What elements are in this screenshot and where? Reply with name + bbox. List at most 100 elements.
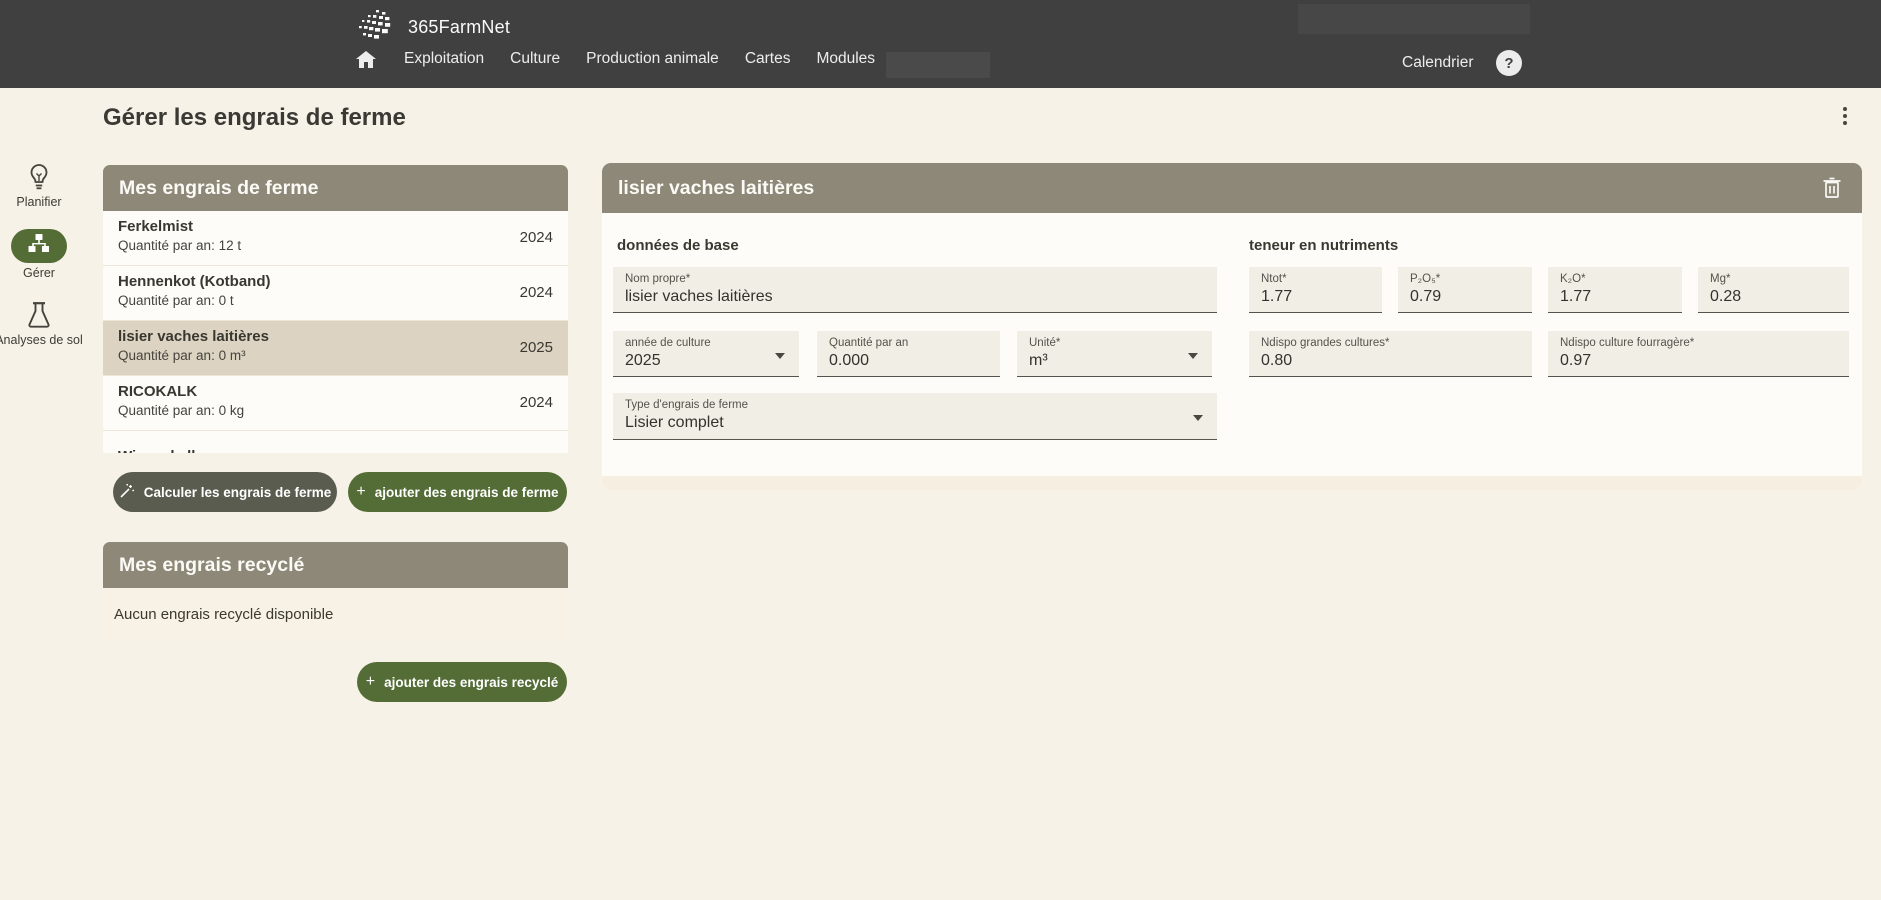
- button-label: ajouter des engrais recyclé: [384, 675, 558, 690]
- field-value: 0.000: [829, 352, 988, 370]
- add-farm-fertilizer-button[interactable]: + ajouter des engrais de ferme: [348, 472, 567, 512]
- field-value: 0.28: [1710, 288, 1837, 306]
- field-label: Unité*: [1029, 337, 1200, 349]
- field-label: Ndispo culture fourragère*: [1560, 337, 1837, 349]
- app-logo[interactable]: 365FarmNet: [356, 10, 510, 45]
- ndispo-culture-fourragere-field[interactable]: Ndispo culture fourragère* 0.97: [1548, 331, 1849, 377]
- field-value: lisier vaches laitières: [625, 288, 1205, 306]
- field-label: Type d'engrais de ferme: [625, 399, 1205, 411]
- sidebar-item-analyses-de-sol[interactable]: Analyses de sol: [0, 300, 78, 347]
- field-label: K₂O*: [1560, 273, 1670, 285]
- nom-propre-field[interactable]: Nom propre* lisier vaches laitières: [613, 267, 1217, 313]
- field-value: 0.97: [1560, 352, 1837, 370]
- chevron-down-icon: [1193, 415, 1203, 421]
- field-label: Ntot*: [1261, 273, 1370, 285]
- field-value: 0.79: [1410, 288, 1520, 306]
- field-value: 0.80: [1261, 352, 1520, 370]
- fertilizer-name: RICOKALK: [118, 383, 553, 400]
- fertilizer-quantity: Quantité par an: 0 kg: [118, 403, 553, 418]
- list-item-selected[interactable]: lisier vaches laitières Quantité par an:…: [103, 321, 568, 376]
- flask-icon: [26, 300, 52, 330]
- section-label-base: données de base: [617, 237, 739, 254]
- sidebar-item-label: Gérer: [23, 266, 55, 280]
- active-pill: [11, 229, 67, 263]
- home-icon[interactable]: [356, 50, 378, 68]
- sidebar-item-gerer[interactable]: Gérer: [0, 229, 78, 280]
- chevron-down-icon: [775, 353, 785, 359]
- panel-title: Mes engrais recyclé: [119, 554, 304, 577]
- quantite-par-an-field[interactable]: Quantité par an 0.000: [817, 331, 1000, 377]
- chevron-down-icon: [1188, 353, 1198, 359]
- top-header-bar: 365FarmNet Exploitation Culture Producti…: [0, 0, 1881, 88]
- recycled-empty-state: Aucun engrais recyclé disponible: [103, 588, 568, 640]
- left-rail: Planifier Gérer Analyses de sol: [0, 162, 78, 367]
- main-nav: Exploitation Culture Production animale …: [356, 50, 875, 68]
- kebab-menu-icon[interactable]: [1838, 107, 1852, 133]
- panel-title: Mes engrais de ferme: [119, 177, 318, 200]
- p2o5-field[interactable]: P₂O₅* 0.79: [1398, 267, 1532, 313]
- fertilizer-year: 2025: [520, 339, 553, 356]
- button-label: Calculer les engrais de ferme: [144, 485, 332, 500]
- detail-panel-footer: [602, 476, 1862, 490]
- detail-title: lisier vaches laitières: [618, 177, 814, 200]
- calculate-fertilizers-button[interactable]: Calculer les engrais de ferme: [113, 472, 337, 512]
- plus-icon: +: [366, 674, 375, 690]
- field-label: Ndispo grandes cultures*: [1261, 337, 1520, 349]
- list-item-clipped[interactable]: Wiesenkalk: [103, 431, 568, 453]
- recycled-panel-header: Mes engrais recyclé: [103, 542, 568, 588]
- field-label: Quantité par an: [829, 337, 988, 349]
- type-engrais-select[interactable]: Type d'engrais de ferme Lisier complet: [613, 393, 1217, 440]
- nav-item-production-animale[interactable]: Production animale: [586, 50, 719, 68]
- redacted-nav-item: [886, 52, 990, 78]
- fertilizer-quantity: Quantité par an: 12 t: [118, 238, 553, 253]
- mg-field[interactable]: Mg* 0.28: [1698, 267, 1849, 313]
- fertilizer-name: Ferkelmist: [118, 218, 553, 235]
- plus-icon: +: [356, 484, 365, 500]
- field-value: m³: [1029, 352, 1200, 370]
- field-label: Nom propre*: [625, 273, 1205, 285]
- sidebar-item-label: Planifier: [16, 195, 61, 209]
- farm-fertilizers-list: Ferkelmist Quantité par an: 12 t 2024 He…: [103, 211, 568, 453]
- nav-item-exploitation[interactable]: Exploitation: [404, 50, 484, 68]
- detail-panel-header: lisier vaches laitières: [602, 163, 1862, 213]
- help-icon[interactable]: ?: [1496, 50, 1522, 76]
- fertilizer-year: 2024: [520, 284, 553, 301]
- field-value: 1.77: [1261, 288, 1370, 306]
- unite-select[interactable]: Unité* m³: [1017, 331, 1212, 377]
- empty-message: Aucun engrais recyclé disponible: [114, 606, 333, 623]
- page-title: Gérer les engrais de ferme: [103, 104, 406, 132]
- nav-item-modules[interactable]: Modules: [816, 50, 875, 68]
- fertilizer-name: lisier vaches laitières: [118, 328, 553, 345]
- wand-icon: [119, 483, 135, 502]
- sitemap-icon: [28, 234, 50, 259]
- lightbulb-icon: [28, 162, 50, 192]
- field-label: année de culture: [625, 337, 787, 349]
- section-label-nutrients: teneur en nutriments: [1249, 237, 1398, 254]
- list-item[interactable]: Hennenkot (Kotband) Quantité par an: 0 t…: [103, 266, 568, 321]
- sidebar-item-label: Analyses de sol: [0, 333, 83, 347]
- fertilizer-name: Wiesenkalk: [118, 448, 553, 453]
- logo-wordmark: 365FarmNet: [408, 17, 510, 38]
- ndispo-grandes-cultures-field[interactable]: Ndispo grandes cultures* 0.80: [1249, 331, 1532, 377]
- farm-fertilizers-panel-header: Mes engrais de ferme: [103, 165, 568, 211]
- nav-item-calendrier[interactable]: Calendrier: [1402, 54, 1474, 72]
- nav-item-culture[interactable]: Culture: [510, 50, 560, 68]
- field-value: Lisier complet: [625, 414, 1205, 432]
- sidebar-item-planifier[interactable]: Planifier: [0, 162, 78, 209]
- list-item[interactable]: Ferkelmist Quantité par an: 12 t 2024: [103, 211, 568, 266]
- fertilizer-year: 2024: [520, 394, 553, 411]
- fertilizer-quantity: Quantité par an: 0 m³: [118, 348, 553, 363]
- button-label: ajouter des engrais de ferme: [375, 485, 559, 500]
- ntot-field[interactable]: Ntot* 1.77: [1249, 267, 1382, 313]
- trash-icon[interactable]: [1822, 177, 1842, 199]
- annee-de-culture-select[interactable]: année de culture 2025: [613, 331, 799, 377]
- field-value: 1.77: [1560, 288, 1670, 306]
- add-recycled-fertilizer-button[interactable]: + ajouter des engrais recyclé: [357, 662, 567, 702]
- fertilizer-name: Hennenkot (Kotband): [118, 273, 553, 290]
- list-item[interactable]: RICOKALK Quantité par an: 0 kg 2024: [103, 376, 568, 431]
- redacted-account-area: [1298, 4, 1530, 34]
- field-label: P₂O₅*: [1410, 273, 1520, 285]
- nav-item-cartes[interactable]: Cartes: [745, 50, 791, 68]
- logo-swoosh-icon: [356, 10, 402, 45]
- k2o-field[interactable]: K₂O* 1.77: [1548, 267, 1682, 313]
